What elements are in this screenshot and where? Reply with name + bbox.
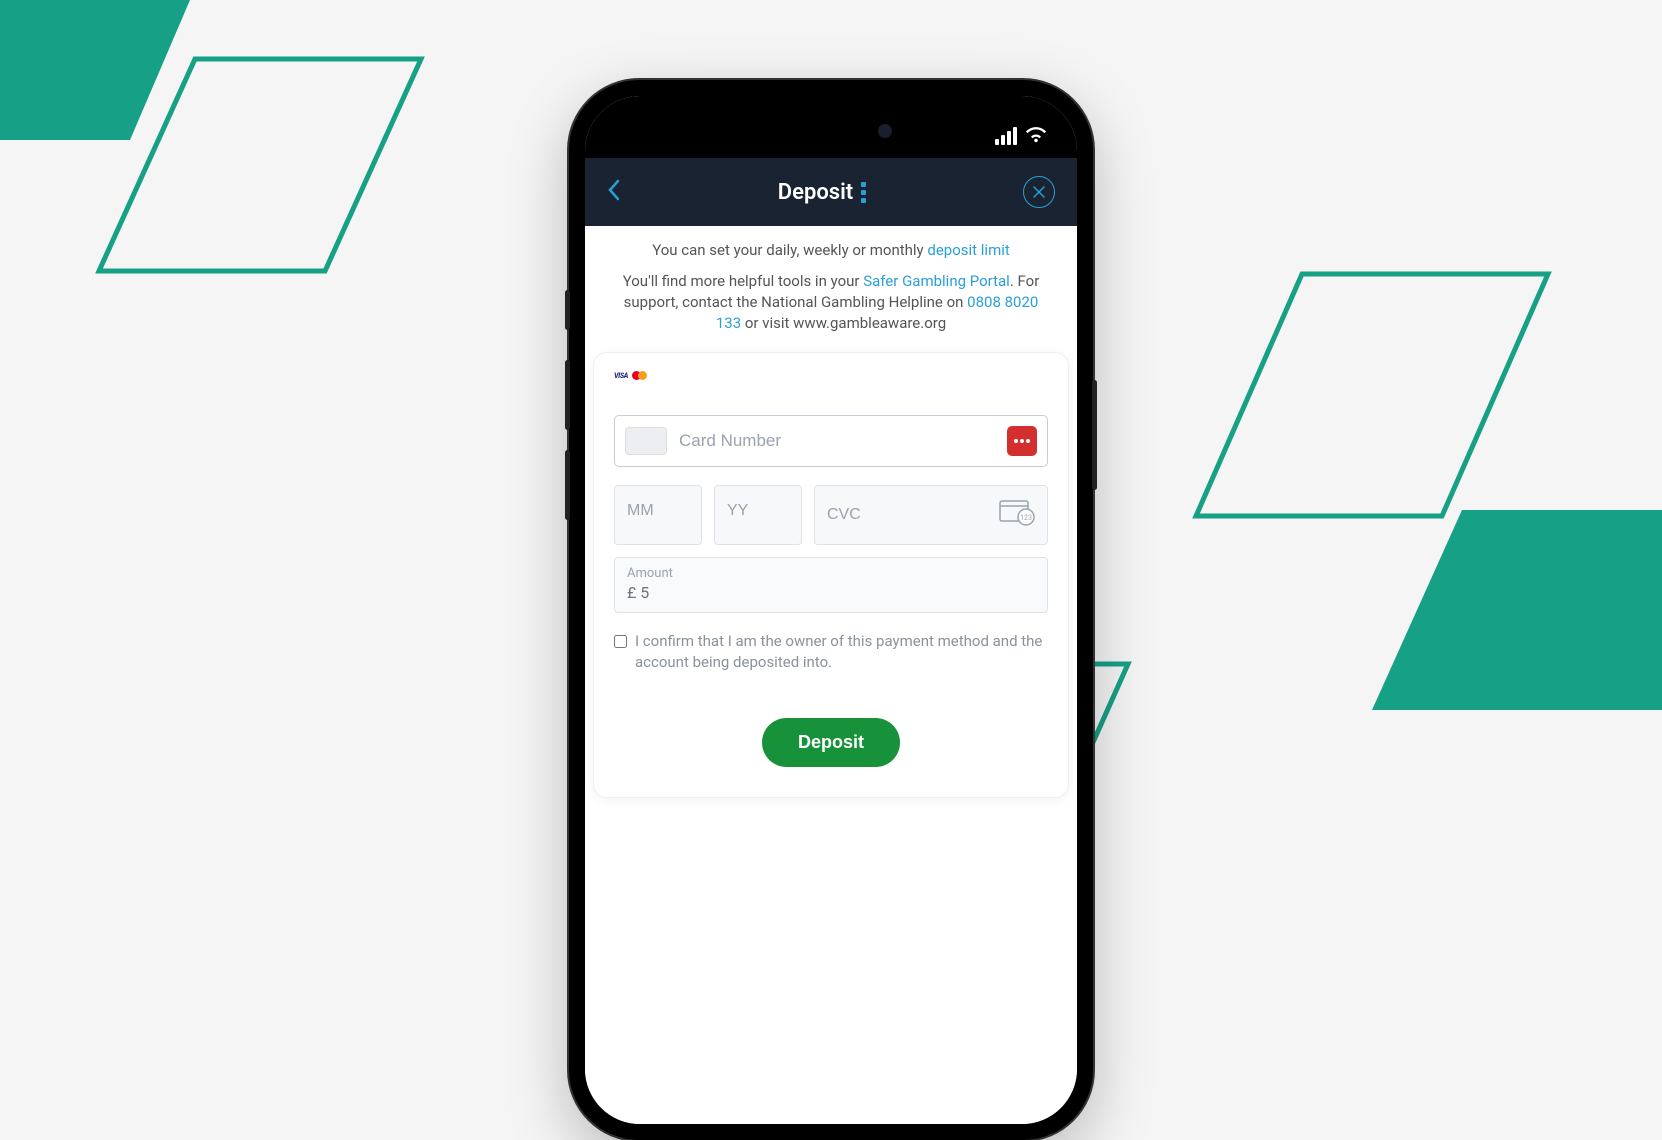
amount-field[interactable]: Amount £ 5 <box>614 557 1048 613</box>
dynamic-island <box>756 112 906 150</box>
deposit-limit-info: You can set your daily, weekly or monthl… <box>615 240 1047 261</box>
cvc-input[interactable] <box>827 506 999 524</box>
deposit-limit-link[interactable]: deposit limit <box>927 241 1009 259</box>
info-text: You can set your daily, weekly or monthl… <box>652 241 927 259</box>
page-title: Deposit <box>778 180 866 205</box>
confirm-ownership-text: I confirm that I am the owner of this pa… <box>635 631 1048 673</box>
info-text: You'll find more helpful tools in your <box>623 272 863 290</box>
safer-gambling-info: You'll find more helpful tools in your S… <box>615 271 1047 334</box>
mastercard-logo-icon <box>632 371 647 380</box>
app-header: Deposit <box>585 158 1077 226</box>
safer-gambling-portal-link[interactable]: Safer Gambling Portal <box>863 272 1010 290</box>
expiry-year-field[interactable] <box>714 485 802 545</box>
close-button[interactable] <box>1023 176 1055 208</box>
password-manager-icon[interactable] <box>1007 426 1037 456</box>
phone-power-button <box>1092 380 1097 490</box>
deposit-button[interactable]: Deposit <box>762 718 900 767</box>
back-button[interactable] <box>607 179 621 205</box>
wifi-icon <box>1025 125 1047 147</box>
card-brand-placeholder-icon <box>625 427 667 455</box>
info-block: You can set your daily, weekly or monthl… <box>585 226 1077 352</box>
bg-parallelogram-outline-right <box>1192 270 1552 520</box>
confirm-ownership-checkbox[interactable] <box>614 633 627 650</box>
confirm-ownership-row[interactable]: I confirm that I am the owner of this pa… <box>614 631 1048 673</box>
bg-parallelogram-outline-top-left <box>95 55 425 275</box>
card-number-input[interactable] <box>679 431 995 451</box>
svg-text:123: 123 <box>1020 514 1032 522</box>
front-camera <box>878 124 892 138</box>
menu-dots-icon[interactable] <box>861 182 866 203</box>
phone-volume-down <box>565 450 570 520</box>
phone-volume-up <box>565 360 570 430</box>
cvc-field[interactable]: 123 <box>814 485 1048 545</box>
phone-frame: Deposit You can set your daily, weekly o… <box>569 80 1093 1140</box>
payment-form-card: VISA <box>593 352 1069 798</box>
expiry-month-field[interactable] <box>614 485 702 545</box>
card-number-field[interactable] <box>614 415 1048 467</box>
phone-screen: Deposit You can set your daily, weekly o… <box>585 96 1077 1124</box>
bg-parallelogram-solid-right <box>1372 510 1662 710</box>
phone-mute-switch <box>565 290 570 330</box>
amount-value: £ 5 <box>627 583 1035 602</box>
amount-label: Amount <box>627 566 1035 581</box>
visa-logo-icon: VISA <box>614 372 628 380</box>
cellular-signal-icon <box>995 127 1017 145</box>
info-text: or visit www.gambleaware.org <box>741 314 946 332</box>
expiry-year-input[interactable] <box>727 502 789 520</box>
content-area: You can set your daily, weekly or monthl… <box>585 226 1077 1124</box>
cvc-help-icon: 123 <box>999 500 1035 530</box>
page-title-text: Deposit <box>778 180 853 205</box>
expiry-cvc-row: 123 <box>614 485 1048 545</box>
accepted-card-brands: VISA <box>614 371 1048 380</box>
expiry-month-input[interactable] <box>627 502 689 520</box>
